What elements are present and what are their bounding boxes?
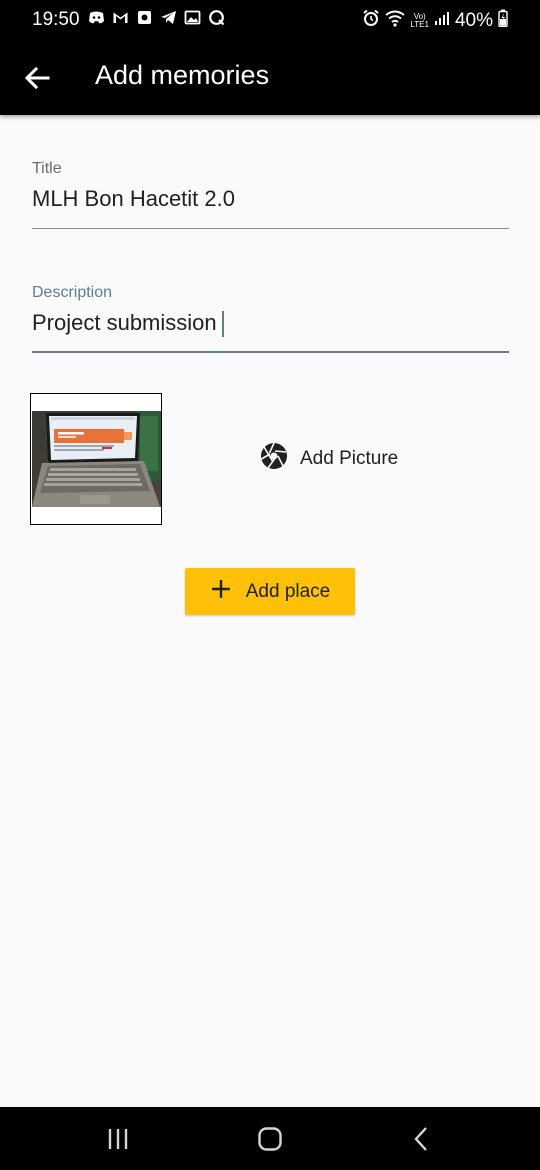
plus-icon	[210, 578, 232, 606]
alarm-icon	[362, 9, 380, 32]
chat-icon	[208, 9, 225, 26]
back-nav-icon[interactable]	[408, 1125, 436, 1153]
notification-icons	[88, 9, 225, 26]
battery-percent: 40%	[454, 9, 493, 31]
battery-icon	[498, 9, 508, 32]
status-bar: 19:50 Vo) LTE1 40%	[0, 0, 540, 40]
discord-icon	[88, 9, 105, 26]
gallery-icon	[184, 9, 201, 26]
telegram-icon	[160, 9, 177, 26]
volte-label: Vo) LTE1	[410, 11, 429, 29]
signal-icon	[434, 10, 450, 31]
add-picture-button[interactable]: Add Picture	[260, 442, 399, 476]
description-field-underline	[32, 351, 509, 353]
add-place-button[interactable]: Add place	[185, 568, 355, 615]
title-field-underline	[32, 228, 509, 229]
status-time: 19:50	[32, 9, 80, 30]
app-notification-icon	[136, 9, 153, 26]
title-field-value[interactable]: MLH Bon Hacetit 2.0	[32, 184, 509, 214]
description-field-value: Project submission	[32, 310, 217, 335]
page-title: Add memories	[95, 60, 270, 90]
text-cursor	[221, 311, 224, 338]
laptop-photo	[32, 411, 161, 507]
arrow-left-icon[interactable]	[22, 62, 54, 94]
wifi-icon	[385, 9, 406, 32]
description-field[interactable]: Description Project submission	[32, 284, 509, 353]
title-field[interactable]: Title MLH Bon Hacetit 2.0	[32, 160, 509, 229]
title-field-label: Title	[32, 160, 62, 177]
add-place-label: Add place	[245, 580, 331, 602]
home-icon[interactable]	[256, 1125, 284, 1153]
gmail-icon	[112, 9, 129, 26]
description-field-label: Description	[32, 284, 113, 301]
system-nav-bar	[0, 1107, 540, 1170]
system-icons: Vo) LTE1 40%	[362, 9, 508, 32]
picture-preview[interactable]	[30, 393, 162, 525]
recent-apps-icon[interactable]	[104, 1125, 132, 1153]
app-bar: Add memories	[0, 40, 540, 115]
camera-aperture-icon	[260, 442, 288, 476]
add-picture-label: Add Picture	[300, 448, 399, 469]
description-field-value-row[interactable]: Project submission	[32, 308, 509, 338]
